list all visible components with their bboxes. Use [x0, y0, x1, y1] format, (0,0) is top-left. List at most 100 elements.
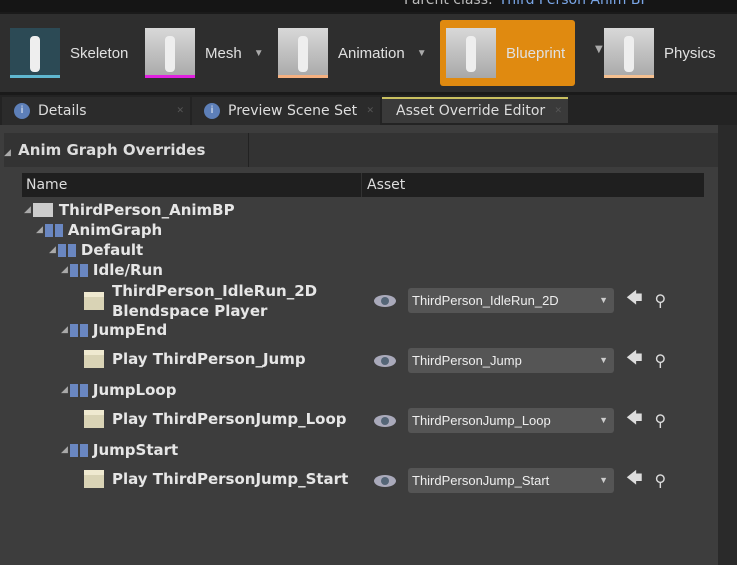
tree-item-idle-run[interactable]: ◢ Idle/Run	[61, 261, 163, 279]
column-name[interactable]: Name	[26, 173, 67, 197]
graph-icon	[69, 323, 88, 337]
tree-item-jumpend[interactable]: ◢ JumpEnd	[61, 321, 167, 339]
asset-combo[interactable]: ThirdPerson_IdleRun_2D ▼	[408, 288, 614, 313]
eye-icon[interactable]	[374, 354, 396, 367]
search-icon[interactable]: ⚲	[655, 411, 667, 430]
asset-value: ThirdPersonJump_Start	[412, 473, 550, 488]
tab-label: Asset Override Editor	[396, 103, 546, 119]
animation-thumbnail	[278, 28, 328, 78]
book-icon	[32, 203, 53, 217]
asset-value: ThirdPerson_Jump	[412, 353, 522, 368]
tree-item-default[interactable]: ◢ Default	[49, 241, 143, 259]
info-icon: i	[14, 103, 30, 119]
chevron-down-icon: ▼	[599, 415, 608, 425]
asset-combo[interactable]: ThirdPersonJump_Start ▼	[408, 468, 614, 493]
parent-class: Parent class: Third Person Anim BP	[404, 0, 649, 8]
scrollbar[interactable]	[718, 125, 737, 565]
eye-icon[interactable]	[374, 414, 396, 427]
tree-item-jumploop[interactable]: ◢ JumpLoop	[61, 381, 176, 399]
parent-class-link[interactable]: Third Person Anim BP	[499, 0, 649, 8]
asset-row: ThirdPerson_IdleRun_2D ▼ 🡄 ⚲	[374, 287, 666, 314]
asset-value: ThirdPersonJump_Loop	[412, 413, 551, 428]
expand-arrow-icon[interactable]: ◢	[49, 245, 56, 255]
graph-icon	[44, 223, 63, 237]
asset-value: ThirdPerson_IdleRun_2D	[412, 293, 559, 308]
graph-icon	[69, 383, 88, 397]
item-label: Play ThirdPerson_Jump	[112, 350, 306, 368]
tree-item-jumploop-node[interactable]: Play ThirdPersonJump_Loop	[84, 410, 347, 428]
tree-item-root[interactable]: ◢ ThirdPerson_AnimBP	[24, 201, 235, 219]
skeleton-thumbnail	[10, 28, 60, 78]
item-label: ThirdPerson_IdleRun_2D	[112, 282, 318, 300]
eye-icon[interactable]	[374, 294, 396, 307]
tree-header: Name Asset	[22, 173, 704, 197]
tree-item-jumpstart[interactable]: ◢ JumpStart	[61, 441, 178, 459]
column-asset[interactable]: Asset	[367, 173, 405, 197]
tab-details[interactable]: i Details ✕	[2, 97, 190, 125]
use-selected-arrow-icon[interactable]: 🡄	[626, 347, 643, 374]
tab-asset-override-editor[interactable]: Asset Override Editor ✕	[382, 97, 568, 123]
asset-toolbar: Skeleton Mesh ▼ Animation ▼ Blueprint ▼ Ph…	[0, 14, 737, 92]
chevron-down-icon: ▼	[599, 295, 608, 305]
use-selected-arrow-icon[interactable]: 🡄	[626, 467, 643, 494]
physics-label: Physics	[664, 44, 716, 62]
mesh-button[interactable]: Mesh ▼	[145, 20, 264, 86]
item-label: AnimGraph	[67, 221, 163, 239]
use-selected-arrow-icon[interactable]: 🡄	[626, 287, 643, 314]
blueprint-label: Blueprint	[506, 44, 566, 62]
asset-combo[interactable]: ThirdPerson_Jump ▼	[408, 348, 614, 373]
expand-arrow-icon[interactable]: ◢	[24, 205, 31, 215]
asset-row: ThirdPersonJump_Loop ▼ 🡄 ⚲	[374, 407, 666, 434]
tab-preview-scene-set[interactable]: i Preview Scene Set ✕	[192, 97, 380, 125]
tree-item-jumpstart-node[interactable]: Play ThirdPersonJump_Start	[84, 470, 348, 488]
node-icon	[84, 470, 104, 488]
item-label: Default	[80, 241, 144, 259]
physics-button[interactable]: Physics	[604, 20, 716, 86]
chevron-down-icon[interactable]: ▼	[595, 44, 603, 55]
animation-button[interactable]: Animation ▼	[278, 20, 427, 86]
asset-override-panel: ◢ Anim Graph Overrides Name Asset ◢ Third…	[0, 125, 726, 565]
graph-icon	[57, 243, 76, 257]
close-icon[interactable]: ✕	[554, 106, 562, 116]
skeleton-button[interactable]: Skeleton	[10, 20, 128, 86]
node-icon	[84, 350, 104, 368]
use-selected-arrow-icon[interactable]: 🡄	[626, 407, 643, 434]
tree-item-idle-node[interactable]: ThirdPerson_IdleRun_2D Blendspace Player	[84, 281, 317, 321]
item-label: Play ThirdPersonJump_Loop	[112, 410, 347, 428]
asset-combo[interactable]: ThirdPersonJump_Loop ▼	[408, 408, 614, 433]
chevron-down-icon: ▼	[599, 475, 608, 485]
mesh-thumbnail	[145, 28, 195, 78]
tree-item-jumpend-node[interactable]: Play ThirdPerson_Jump	[84, 350, 306, 368]
chevron-down-icon: ▼	[599, 355, 608, 365]
item-label: ThirdPerson_AnimBP	[58, 201, 235, 219]
asset-row: ThirdPersonJump_Start ▼ 🡄 ⚲	[374, 467, 666, 494]
search-icon[interactable]: ⚲	[655, 471, 667, 490]
blueprint-button[interactable]: Blueprint	[440, 20, 576, 86]
expand-arrow-icon[interactable]: ◢	[61, 265, 68, 275]
tab-bar: i Details ✕ i Preview Scene Set ✕ Asset Over…	[0, 95, 737, 125]
expand-arrow-icon[interactable]: ◢	[61, 325, 68, 335]
mesh-label: Mesh	[205, 44, 242, 62]
search-icon[interactable]: ⚲	[655, 291, 667, 310]
tab-label: Preview Scene Set	[228, 103, 358, 119]
eye-icon[interactable]	[374, 474, 396, 487]
physics-thumbnail	[604, 28, 654, 78]
expand-arrow-icon[interactable]: ◢	[61, 445, 68, 455]
category-title: Anim Graph Overrides	[18, 141, 206, 159]
chevron-down-icon[interactable]: ▼	[254, 48, 264, 59]
tab-label: Details	[38, 103, 87, 119]
expand-arrow-icon[interactable]: ◢	[36, 225, 43, 235]
title-bar: Parent class: Third Person Anim BP	[0, 0, 737, 12]
node-icon	[84, 410, 104, 428]
close-icon[interactable]: ✕	[366, 106, 374, 116]
search-icon[interactable]: ⚲	[655, 351, 667, 370]
chevron-down-icon[interactable]: ▼	[417, 48, 427, 59]
item-sublabel: Blendspace Player	[112, 302, 268, 320]
tree-item-animgraph[interactable]: ◢ AnimGraph	[36, 221, 162, 239]
close-icon[interactable]: ✕	[176, 106, 184, 116]
node-icon	[84, 292, 104, 310]
item-label: JumpLoop	[92, 381, 177, 399]
info-icon: i	[204, 103, 220, 119]
category-header[interactable]: ◢ Anim Graph Overrides	[4, 133, 726, 167]
expand-arrow-icon[interactable]: ◢	[61, 385, 68, 395]
